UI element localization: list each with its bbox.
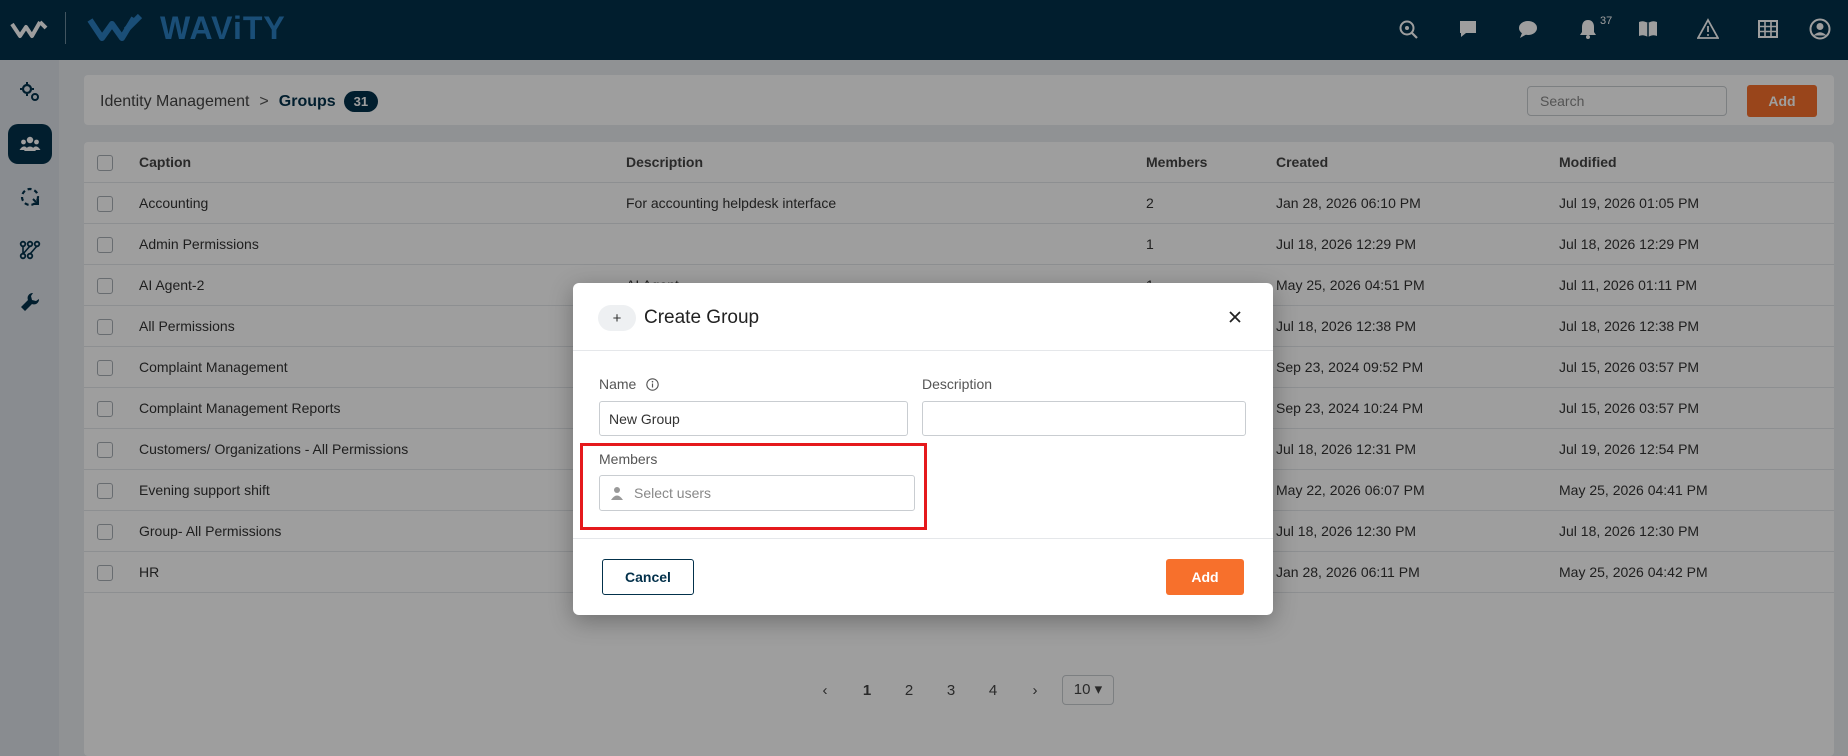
description-field[interactable]: [922, 401, 1246, 436]
info-icon[interactable]: [646, 378, 659, 391]
members-select-input[interactable]: Select users: [599, 475, 915, 511]
members-field-label: Members: [599, 451, 658, 467]
dialog-title: Create Group: [644, 307, 760, 328]
name-label-text: Name: [599, 376, 637, 392]
cancel-button[interactable]: Cancel: [602, 559, 694, 595]
plus-icon: +: [598, 305, 636, 331]
name-field[interactable]: [599, 401, 908, 436]
add-button[interactable]: Add: [1166, 559, 1244, 595]
name-field-label: Name: [599, 376, 659, 392]
dialog-footer-divider: [573, 538, 1273, 539]
user-icon: [611, 487, 623, 500]
members-placeholder: Select users: [634, 485, 712, 501]
description-field-label: Description: [922, 376, 993, 392]
close-icon[interactable]: [1221, 303, 1249, 331]
dialog-header: + Create Group: [573, 283, 1273, 351]
create-group-dialog: + Create Group Name Description Members …: [573, 283, 1273, 615]
